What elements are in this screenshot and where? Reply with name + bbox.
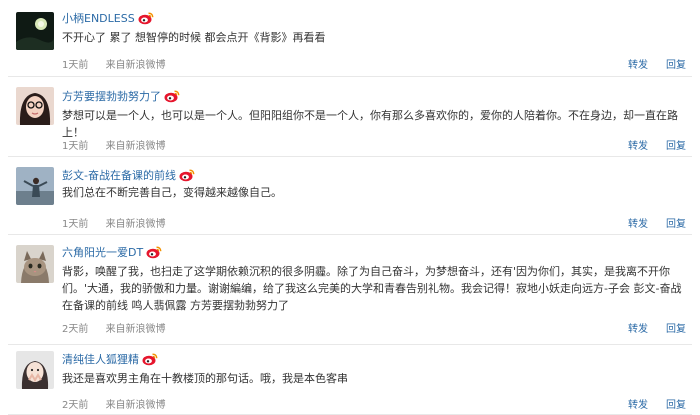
reply-button[interactable]: 回复 [666,60,686,71]
reply-button[interactable]: 回复 [666,400,686,411]
weibo-icon [179,169,195,182]
weibo-icon [164,90,180,103]
source-label[interactable]: 来自新浪微博 [106,141,166,152]
reply-button[interactable]: 回复 [666,141,686,152]
avatar[interactable] [16,351,54,389]
comment-text: 梦想可以是一个人，也可以是一个人。但阳阳组你不是一个人，你有那么多喜欢你的，爱你… [62,109,678,139]
comment-text: 背影，唤醒了我，也扫走了这学期依赖沉积的很多阴霾。除了为自己奋斗，为梦想奋斗，还… [62,265,682,312]
repost-button[interactable]: 转发 [628,324,648,335]
weibo-icon [138,12,154,25]
repost-button[interactable]: 转发 [628,219,648,230]
comment-item: 小柄ENDLESS 不开心了 累了 想智停的时候 都会点开《背影》再看看 1天前… [0,0,700,77]
timestamp: 1天前 [62,60,89,71]
avatar[interactable] [16,245,54,283]
timestamp: 1天前 [62,219,89,230]
source-label[interactable]: 来自新浪微博 [106,60,166,71]
username-link[interactable]: 方芳要摆勃勃努力了 [62,88,161,104]
avatar[interactable] [16,12,54,50]
repost-button[interactable]: 转发 [628,60,648,71]
reply-button[interactable]: 回复 [666,219,686,230]
comment-feed: 小柄ENDLESS 不开心了 累了 想智停的时候 都会点开《背影》再看看 1天前… [0,0,700,415]
comment-item: 彭文-奋战在备课的前线 我们总在不断完善自己，变得越来越像自己。 1天前 来自新… [0,157,700,235]
repost-button[interactable]: 转发 [628,141,648,152]
comment-item: 清纯佳人狐狸精 我还是喜欢男主角在十教楼顶的那句话。哦，我是本色客串 2天前 来… [0,345,700,415]
comment-item: 方芳要摆勃勃努力了 梦想可以是一个人，也可以是一个人。但阳阳组你不是一个人，你有… [0,77,700,157]
username-link[interactable]: 彭文-奋战在备课的前线 [62,167,176,183]
comment-text: 我还是喜欢男主角在十教楼顶的那句话。哦，我是本色客串 [62,372,348,385]
timestamp: 2天前 [62,324,89,335]
reply-button[interactable]: 回复 [666,324,686,335]
weibo-icon [142,353,158,366]
comment-text: 不开心了 累了 想智停的时候 都会点开《背影》再看看 [62,31,326,44]
source-label[interactable]: 来自新浪微博 [106,400,166,411]
source-label[interactable]: 来自新浪微博 [106,324,166,335]
comment-text: 我们总在不断完善自己，变得越来越像自己。 [62,186,282,199]
weibo-icon [146,246,162,259]
username-link[interactable]: 小柄ENDLESS [62,10,135,26]
repost-button[interactable]: 转发 [628,400,648,411]
avatar[interactable] [16,87,54,125]
timestamp: 2天前 [62,400,89,411]
username-link[interactable]: 清纯佳人狐狸精 [62,351,139,367]
avatar[interactable] [16,167,54,205]
source-label[interactable]: 来自新浪微博 [106,219,166,230]
timestamp: 1天前 [62,141,89,152]
comment-item: 六角阳光一爱DT 背影，唤醒了我，也扫走了这学期依赖沉积的很多阴霾。除了为自己奋… [0,235,700,345]
username-link[interactable]: 六角阳光一爱DT [62,244,143,260]
